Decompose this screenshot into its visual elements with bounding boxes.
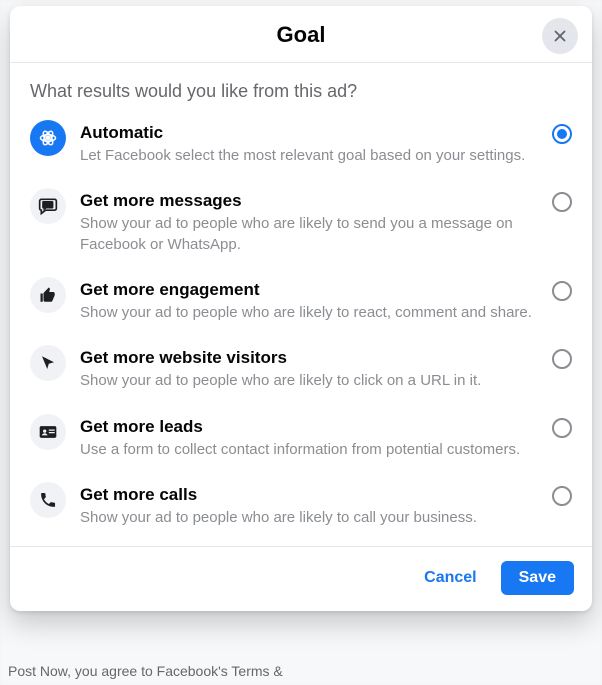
- option-automatic[interactable]: Automatic Let Facebook select the most r…: [30, 120, 572, 188]
- modal-title: Goal: [10, 22, 592, 48]
- option-title: Get more leads: [80, 416, 538, 438]
- option-messages[interactable]: Get more messages Show your ad to people…: [30, 188, 572, 277]
- option-title: Automatic: [80, 122, 538, 144]
- id-card-icon: [30, 414, 66, 450]
- radio-messages[interactable]: [552, 192, 572, 212]
- close-icon: [551, 27, 569, 45]
- option-leads[interactable]: Get more leads Use a form to collect con…: [30, 414, 572, 482]
- modal-body: What results would you like from this ad…: [10, 63, 592, 546]
- option-text: Get more calls Show your ad to people wh…: [80, 482, 538, 528]
- close-button[interactable]: [542, 18, 578, 54]
- option-title: Get more calls: [80, 484, 538, 506]
- chat-icon: [30, 188, 66, 224]
- cursor-icon: [30, 345, 66, 381]
- thumbs-up-icon: [30, 277, 66, 313]
- option-text: Get more website visitors Show your ad t…: [80, 345, 538, 391]
- modal-footer: Cancel Save: [10, 546, 592, 611]
- atom-icon: [30, 120, 66, 156]
- radio-calls[interactable]: [552, 486, 572, 506]
- option-desc: Show your ad to people who are likely to…: [80, 214, 538, 255]
- radio-website[interactable]: [552, 349, 572, 369]
- modal-header: Goal: [10, 6, 592, 63]
- option-website[interactable]: Get more website visitors Show your ad t…: [30, 345, 572, 413]
- option-text: Automatic Let Facebook select the most r…: [80, 120, 538, 166]
- goal-modal: Goal What results would you like from th…: [10, 6, 592, 611]
- backdrop-text: Post Now, you agree to Facebook's Terms …: [8, 663, 283, 679]
- cancel-button[interactable]: Cancel: [406, 561, 494, 595]
- option-desc: Let Facebook select the most relevant go…: [80, 146, 538, 166]
- option-calls[interactable]: Get more calls Show your ad to people wh…: [30, 482, 572, 536]
- option-text: Get more leads Use a form to collect con…: [80, 414, 538, 460]
- option-title: Get more website visitors: [80, 347, 538, 369]
- option-desc: Show your ad to people who are likely to…: [80, 303, 538, 323]
- phone-icon: [30, 482, 66, 518]
- option-text: Get more engagement Show your ad to peop…: [80, 277, 538, 323]
- option-text: Get more messages Show your ad to people…: [80, 188, 538, 255]
- radio-automatic[interactable]: [552, 124, 572, 144]
- radio-engagement[interactable]: [552, 281, 572, 301]
- option-title: Get more messages: [80, 190, 538, 212]
- option-desc: Show your ad to people who are likely to…: [80, 508, 538, 528]
- option-title: Get more engagement: [80, 279, 538, 301]
- option-desc: Show your ad to people who are likely to…: [80, 371, 538, 391]
- radio-leads[interactable]: [552, 418, 572, 438]
- option-desc: Use a form to collect contact informatio…: [80, 440, 538, 460]
- goal-prompt: What results would you like from this ad…: [30, 81, 572, 102]
- option-engagement[interactable]: Get more engagement Show your ad to peop…: [30, 277, 572, 345]
- save-button[interactable]: Save: [501, 561, 574, 595]
